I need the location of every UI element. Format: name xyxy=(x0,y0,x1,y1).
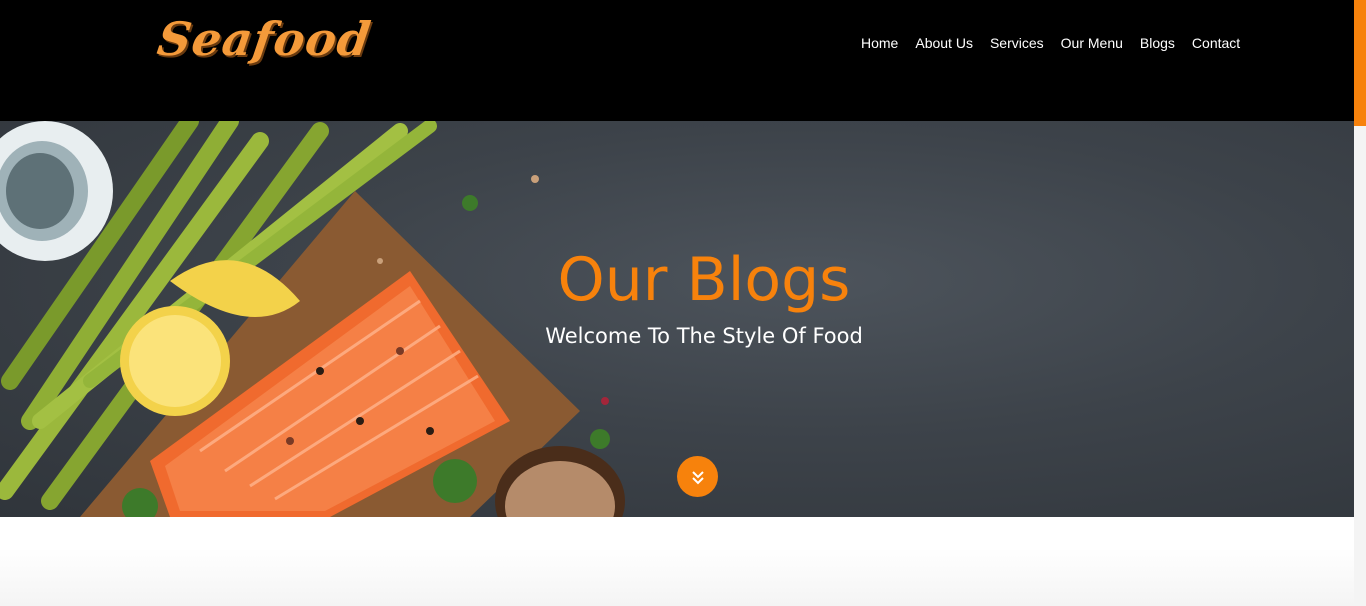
nav-services[interactable]: Services xyxy=(990,35,1044,51)
content-section xyxy=(0,517,1354,606)
nav-about-us[interactable]: About Us xyxy=(915,35,973,51)
site-logo[interactable]: Seafood xyxy=(154,12,374,66)
nav-our-menu[interactable]: Our Menu xyxy=(1061,35,1123,51)
nav-home[interactable]: Home xyxy=(861,35,898,51)
hero-banner: Our Blogs Welcome To The Style Of Food xyxy=(0,121,1354,517)
main-nav: Home About Us Services Our Menu Blogs Co… xyxy=(861,35,1240,51)
page-scrollbar[interactable] xyxy=(1354,0,1366,606)
scroll-down-button[interactable] xyxy=(677,456,718,497)
scrollbar-thumb[interactable] xyxy=(1354,0,1366,126)
hero-food-image xyxy=(0,121,625,517)
page-title: Our Blogs xyxy=(557,245,851,315)
page-subtitle: Welcome To The Style Of Food xyxy=(545,324,863,348)
nav-blogs[interactable]: Blogs xyxy=(1140,35,1175,51)
site-header: Seafood Home About Us Services Our Menu … xyxy=(0,0,1354,121)
jar-graphic xyxy=(0,121,113,261)
chevron-double-down-icon xyxy=(691,471,704,485)
nav-contact[interactable]: Contact xyxy=(1192,35,1240,51)
